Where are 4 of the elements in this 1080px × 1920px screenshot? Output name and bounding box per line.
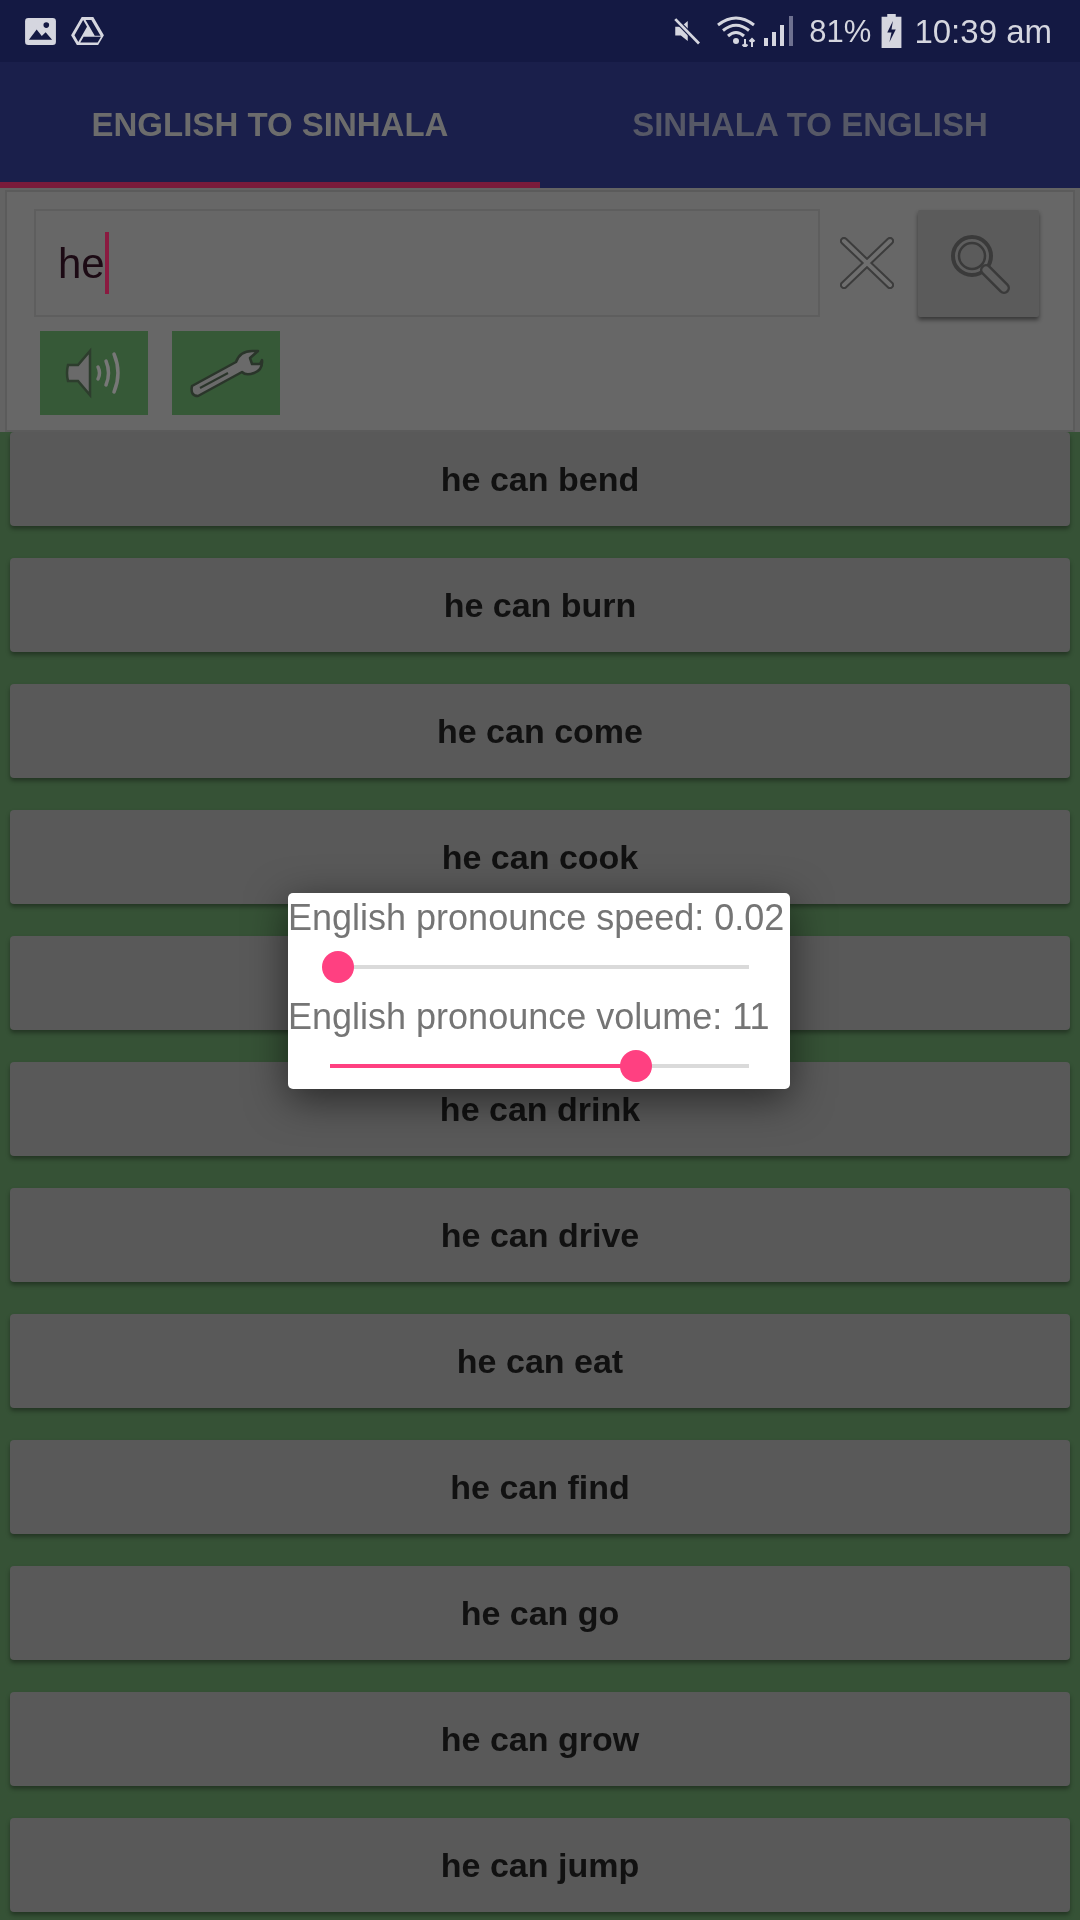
search-text: he [58,238,105,289]
slider-label: English pronounce volume: 11 [288,996,771,1038]
clock: 10:39 am [914,14,1052,48]
battery-percent: 81% [809,15,872,47]
